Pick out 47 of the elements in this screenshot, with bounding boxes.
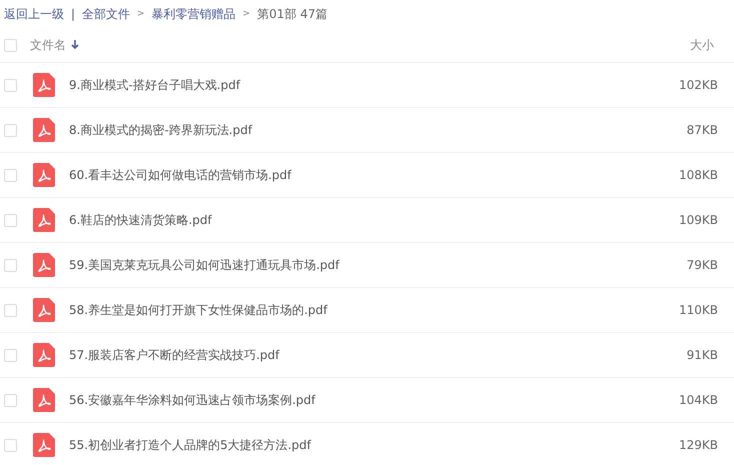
pdf-file-icon (33, 253, 55, 277)
file-size: 87KB (686, 123, 718, 137)
row-checkbox[interactable] (4, 258, 17, 272)
pdf-file-icon (33, 73, 55, 97)
column-header[interactable]: 大小 (690, 36, 714, 54)
sort-down-icon[interactable] (71, 40, 79, 50)
file-size: 102KB (678, 78, 718, 92)
pdf-file-icon (33, 433, 55, 457)
breadcrumb-separator: > (242, 9, 250, 19)
pdf-file-icon (33, 163, 55, 187)
file-name[interactable]: 8.商业模式的揭密-跨界新玩法.pdf (69, 122, 252, 138)
row-checkbox[interactable] (4, 78, 17, 92)
row-checkbox[interactable] (4, 214, 17, 226)
breadcrumb-link[interactable]: 全部文件 (82, 6, 130, 22)
pdf-file-icon (33, 343, 55, 367)
pdf-file-icon (33, 388, 55, 412)
file-size: 129KB (678, 438, 718, 452)
pdf-file-icon (33, 298, 55, 322)
file-size: 109KB (678, 213, 718, 227)
file-size: 91KB (686, 348, 718, 362)
row-checkbox[interactable] (4, 438, 17, 452)
file-size: 110KB (678, 303, 718, 317)
row-checkbox[interactable] (4, 124, 17, 136)
file-name[interactable]: 59.美国克莱克玩具公司如何迅速打通玩具市场.pdf (69, 256, 340, 274)
file-name[interactable]: 57.服装店客户不断的经营实战技巧.pdf (69, 346, 280, 364)
row-checkbox[interactable] (4, 168, 17, 182)
back-link[interactable]: 返回上一级 (4, 6, 64, 22)
file-name[interactable]: 58.养生堂是如何打开旗下女性保健品市场的.pdf (69, 302, 328, 318)
pdf-file-icon (33, 118, 55, 142)
file-name[interactable]: 55.初创业者打造个人品牌的5大捷径方法.pdf (69, 436, 311, 454)
file-size: 104KB (678, 393, 718, 407)
file-name[interactable]: 6.鞋店的快速清货策略.pdf (69, 212, 212, 228)
row-checkbox[interactable] (4, 348, 17, 362)
file-name[interactable]: 56.安徽嘉年华涂料如何迅速占领市场案例.pdf (69, 392, 316, 408)
row-checkbox[interactable] (4, 394, 17, 406)
column-header[interactable]: 文件名 (30, 36, 66, 54)
breadcrumb-separator: > (137, 9, 145, 19)
file-size: 108KB (678, 168, 718, 182)
breadcrumb-link[interactable]: 暴利零营销赠品 (152, 6, 236, 22)
file-size: 79KB (686, 258, 718, 272)
divider: | (71, 7, 76, 21)
file-name[interactable]: 9.商业模式-搭好台子唱大戏.pdf (69, 76, 240, 94)
current-folder: 第01部 47篇 (257, 6, 328, 22)
pdf-file-icon (33, 208, 55, 232)
select-all-checkbox[interactable] (4, 38, 17, 52)
file-name[interactable]: 60.看丰达公司如何做电话的营销市场.pdf (69, 166, 292, 184)
row-checkbox[interactable] (4, 304, 17, 316)
